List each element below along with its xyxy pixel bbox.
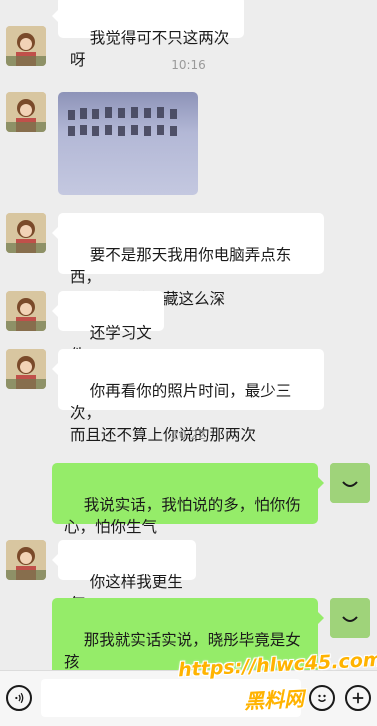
- message-bubble[interactable]: 还学习文件: [52, 291, 164, 364]
- my-avatar[interactable]: [330, 463, 370, 503]
- contact-avatar[interactable]: [6, 540, 46, 580]
- message-bubble[interactable]: 要不是那天我用你电脑弄点东西， 我都不知道你藏这么深: [52, 213, 324, 308]
- voice-icon[interactable]: [6, 685, 32, 711]
- message-bubble[interactable]: 你再看你的照片时间，最少三次， 而且还不算上你说的那两次: [52, 349, 324, 444]
- message-text: 我说实话，我怕说的多，怕你伤 心，怕你生气: [64, 496, 301, 536]
- chat-area: 我觉得可不只这两次呀 10:16 要不是那天我用你电脑弄点东西， 我都不知道你藏…: [0, 0, 377, 670]
- watermark-site-name: 黑料网: [243, 686, 305, 714]
- message-bubble[interactable]: 你这样我更生气: [52, 540, 196, 613]
- timestamp: 10:22: [171, 428, 206, 442]
- contact-avatar[interactable]: [6, 291, 46, 331]
- my-avatar[interactable]: [330, 598, 370, 638]
- contact-avatar[interactable]: [6, 349, 46, 389]
- timestamp: 10:16: [171, 58, 206, 72]
- plus-icon[interactable]: [345, 685, 371, 711]
- message-bubble[interactable]: 我觉得可不只这两次呀: [52, 0, 244, 69]
- contact-avatar[interactable]: [6, 213, 46, 253]
- photo-message[interactable]: [58, 92, 198, 195]
- contact-avatar[interactable]: [6, 92, 46, 132]
- message-bubble[interactable]: 我说实话，我怕说的多，怕你伤 心，怕你生气: [52, 463, 324, 536]
- emoji-icon[interactable]: [309, 685, 335, 711]
